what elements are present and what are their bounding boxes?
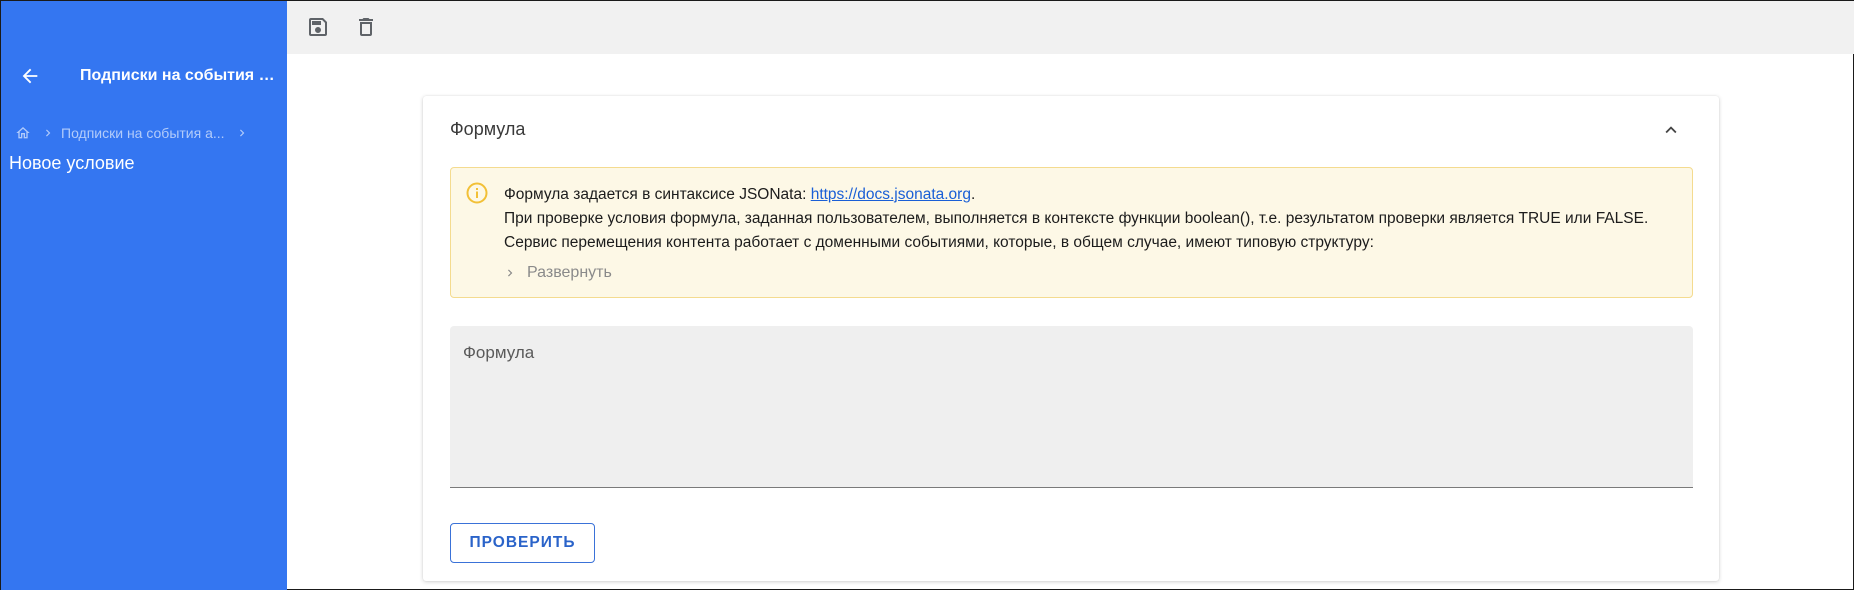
card-title: Формула: [450, 119, 526, 139]
expand-label: Развернуть: [527, 264, 612, 281]
formula-input[interactable]: Формула: [450, 326, 1693, 488]
back-button[interactable]: [15, 63, 45, 89]
chevron-up-icon: [1665, 126, 1677, 134]
breadcrumb-item[interactable]: Подписки на события а...: [61, 125, 225, 141]
breadcrumb: Подписки на события а...: [15, 123, 249, 143]
arrow-left-icon: [22, 68, 38, 84]
check-button[interactable]: ПРОВЕРИТЬ: [450, 523, 595, 563]
info-alert: Формула задается в синтаксисе JSONata: h…: [450, 167, 1693, 298]
home-icon[interactable]: [15, 125, 31, 141]
delete-button[interactable]: [353, 14, 379, 40]
formula-card: Формула Формула задается в синтаксисе JS…: [423, 96, 1719, 581]
chevron-right-icon: [41, 126, 55, 140]
formula-label: Формула: [463, 343, 535, 362]
chevron-right-icon: [235, 126, 249, 140]
chevron-right-icon: [503, 266, 517, 280]
sidebar: Подписки на события а... Подписки на соб…: [1, 1, 287, 590]
alert-line-2: При проверке условия формула, заданная п…: [504, 210, 1649, 227]
info-icon: [465, 181, 489, 205]
toolbar: [287, 1, 1854, 54]
trash-icon: [359, 18, 373, 36]
collapse-button[interactable]: [1659, 118, 1683, 142]
expand-toggle[interactable]: Развернуть: [503, 264, 612, 282]
page-title: Новое условие: [9, 153, 135, 173]
alert-text: Формула задается в синтаксисе JSONata: h…: [504, 183, 1648, 255]
save-icon: [309, 18, 327, 36]
save-button[interactable]: [305, 14, 331, 40]
alert-line-1: Формула задается в синтаксисе JSONata: h…: [504, 186, 976, 203]
jsonata-link[interactable]: https://docs.jsonata.org: [811, 186, 971, 203]
sidebar-header: Подписки на события а...: [1, 51, 287, 101]
alert-line-3: Сервис перемещения контента работает с д…: [504, 234, 1374, 251]
sidebar-title: Подписки на события а...: [80, 67, 280, 84]
